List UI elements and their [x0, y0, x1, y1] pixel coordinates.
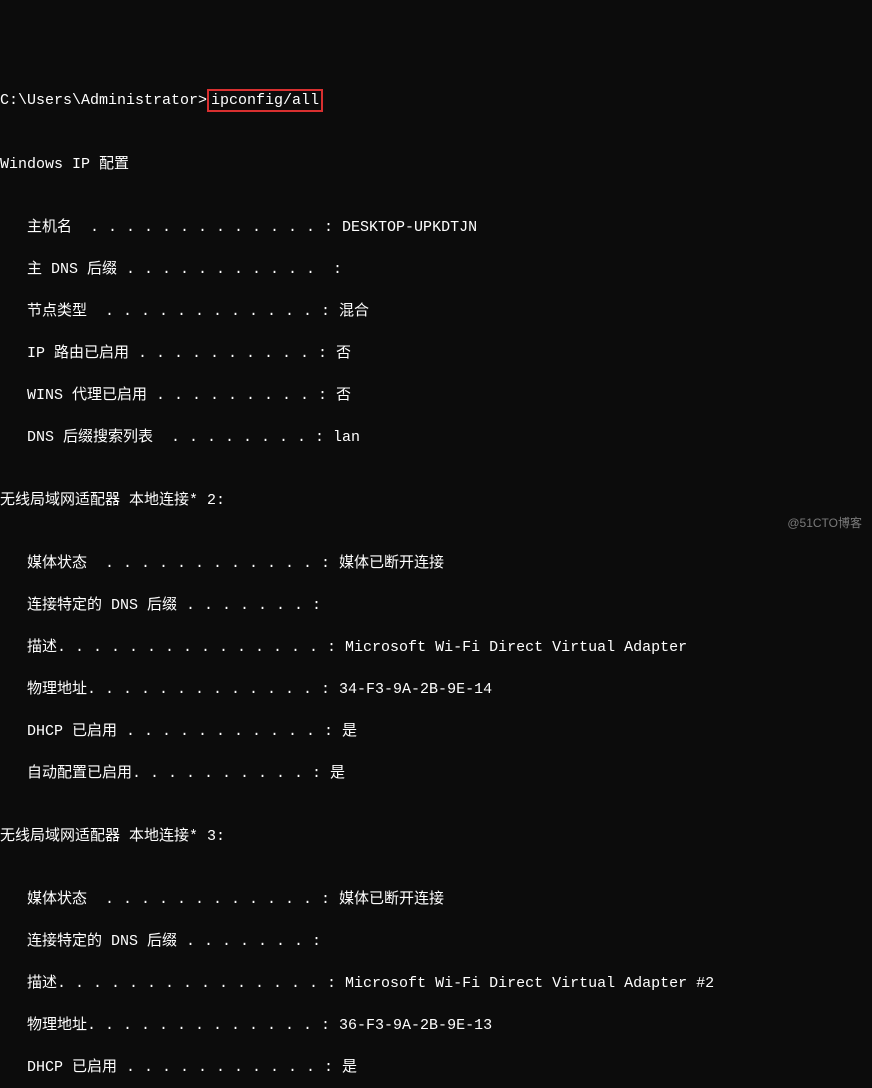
section-header: Windows IP 配置: [0, 154, 872, 175]
output-line: 节点类型 . . . . . . . . . . . . : 混合: [0, 301, 872, 322]
prompt-path: C:\Users\Administrator>: [0, 92, 207, 109]
output-line: 媒体状态 . . . . . . . . . . . . : 媒体已断开连接: [0, 553, 872, 574]
output-line: WINS 代理已启用 . . . . . . . . . : 否: [0, 385, 872, 406]
output-line: DNS 后缀搜索列表 . . . . . . . . : lan: [0, 427, 872, 448]
output-line: 媒体状态 . . . . . . . . . . . . : 媒体已断开连接: [0, 889, 872, 910]
output-line: 自动配置已启用. . . . . . . . . . : 是: [0, 763, 872, 784]
adapter-title: 无线局域网适配器 本地连接* 2:: [0, 490, 872, 511]
output-line: DHCP 已启用 . . . . . . . . . . . : 是: [0, 721, 872, 742]
command-text: ipconfig/all: [207, 89, 323, 112]
output-line: 连接特定的 DNS 后缀 . . . . . . . :: [0, 595, 872, 616]
adapter-title: 无线局域网适配器 本地连接* 3:: [0, 826, 872, 847]
output-line: 主 DNS 后缀 . . . . . . . . . . . :: [0, 259, 872, 280]
output-line: 物理地址. . . . . . . . . . . . . : 34-F3-9A…: [0, 679, 872, 700]
output-line: 连接特定的 DNS 后缀 . . . . . . . :: [0, 931, 872, 952]
output-line: DHCP 已启用 . . . . . . . . . . . : 是: [0, 1057, 872, 1078]
prompt-line[interactable]: C:\Users\Administrator>ipconfig/all: [0, 90, 872, 112]
output-line: 描述. . . . . . . . . . . . . . . : Micros…: [0, 637, 872, 658]
output-line: IP 路由已启用 . . . . . . . . . . : 否: [0, 343, 872, 364]
output-line: 主机名 . . . . . . . . . . . . . : DESKTOP-…: [0, 217, 872, 238]
output-line: 描述. . . . . . . . . . . . . . . : Micros…: [0, 973, 872, 994]
watermark-text: @51CTO博客: [787, 513, 862, 534]
output-line: 物理地址. . . . . . . . . . . . . : 36-F3-9A…: [0, 1015, 872, 1036]
